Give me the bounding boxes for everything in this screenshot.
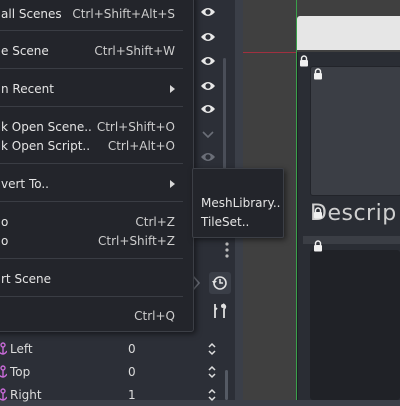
submenu-arrow-icon: [170, 85, 175, 93]
menu-item-close-all-scenes[interactable]: all Scenes Ctrl+Shift+Alt+S: [1, 2, 183, 26]
inspector-scrollbar[interactable]: [225, 370, 228, 400]
menu-item-label: n Recent: [1, 82, 54, 96]
menu-item-revert-scene[interactable]: rt Scene: [1, 267, 183, 291]
property-row-left[interactable]: Left 0: [0, 338, 222, 360]
menu-separator: [0, 30, 183, 31]
lock-icon: [313, 68, 323, 80]
tools-icon[interactable]: [209, 300, 231, 322]
selected-control-header[interactable]: [297, 16, 400, 50]
menu-item-shortcut: Ctrl+Z: [135, 215, 175, 229]
menu-item-redo[interactable]: o Ctrl+Shift+Z: [1, 229, 183, 253]
eye-icon[interactable]: [200, 151, 216, 163]
spin-arrows-icon[interactable]: [207, 342, 217, 356]
eye-icon[interactable]: [200, 103, 216, 115]
eye-icon[interactable]: [200, 55, 216, 67]
submenu-arrow-icon: [170, 180, 175, 188]
eye-icon[interactable]: [200, 6, 216, 18]
menu-item-label: vert To..: [1, 177, 49, 191]
submenu-item-tileset[interactable]: TileSet..: [201, 213, 281, 233]
anchor-icon: [0, 342, 8, 356]
inspector-properties: Left 0 Top 0 Right 1: [0, 336, 235, 402]
menu-item-shortcut: Ctrl+Shift+O: [96, 120, 175, 134]
menu-separator: [0, 68, 183, 69]
menu-item-shortcut: Ctrl+Shift+W: [94, 44, 175, 58]
menu-item-shortcut: Ctrl+Q: [134, 309, 175, 323]
menu-item-label: rt Scene: [1, 272, 52, 286]
menu-item-label: k Open Script..: [1, 139, 91, 153]
history-icon[interactable]: [209, 272, 231, 294]
more-options-icon[interactable]: [225, 242, 229, 258]
eye-icon[interactable]: [200, 80, 216, 92]
property-name: Left: [10, 342, 33, 356]
menu-separator: [0, 106, 183, 107]
submenu-item-label: MeshLibrary..: [201, 196, 281, 210]
menu-item-label: all Scenes: [1, 7, 62, 21]
ui-panel-card[interactable]: [310, 66, 400, 196]
property-row-top[interactable]: Top 0: [0, 361, 222, 383]
menu-separator: [0, 296, 183, 297]
menu-item-convert-to[interactable]: vert To..: [1, 172, 183, 196]
menu-item-label: k Open Scene..: [1, 120, 92, 134]
guide-line-horizontal: [243, 52, 303, 53]
menu-item-label: o: [1, 215, 9, 229]
submenu-item-meshlibrary[interactable]: MeshLibrary..: [201, 194, 281, 214]
menu-item-quick-open-script[interactable]: k Open Script.. Ctrl+Alt+O: [1, 134, 183, 158]
lock-icon: [299, 55, 309, 67]
ui-panel-card[interactable]: [310, 250, 400, 400]
menu-item-close-scene[interactable]: e Scene Ctrl+Shift+W: [1, 39, 183, 63]
menu-item-label: e Scene: [1, 44, 49, 58]
collapse-chevron-icon[interactable]: [200, 128, 216, 140]
menu-item-quit[interactable]: Ctrl+Q: [1, 304, 183, 328]
spin-arrows-icon[interactable]: [207, 365, 217, 379]
menu-separator: [0, 163, 183, 164]
submenu-item-label: TileSet..: [201, 215, 250, 229]
menu-item-label: o: [1, 234, 9, 248]
property-name: Top: [10, 365, 31, 379]
property-value-field[interactable]: 0: [128, 365, 136, 379]
lock-icon: [313, 240, 323, 252]
property-value-field[interactable]: 0: [128, 342, 136, 356]
menu-item-shortcut: Ctrl+Shift+Z: [98, 234, 175, 248]
property-row-right[interactable]: Right 1: [0, 384, 222, 406]
menu-separator: [0, 258, 183, 259]
anchor-icon: [0, 365, 8, 379]
convert-to-submenu: MeshLibrary.. TileSet..: [192, 168, 284, 238]
menu-item-shortcut: Ctrl+Shift+Alt+S: [72, 7, 175, 21]
eye-icon[interactable]: [200, 31, 216, 43]
menu-separator: [0, 201, 183, 202]
scene-menu-popup: all Scenes Ctrl+Shift+Alt+S e Scene Ctrl…: [0, 0, 194, 332]
menu-item-open-recent[interactable]: n Recent: [1, 77, 183, 101]
menu-item-shortcut: Ctrl+Alt+O: [107, 139, 175, 153]
lock-icon: [313, 207, 323, 219]
